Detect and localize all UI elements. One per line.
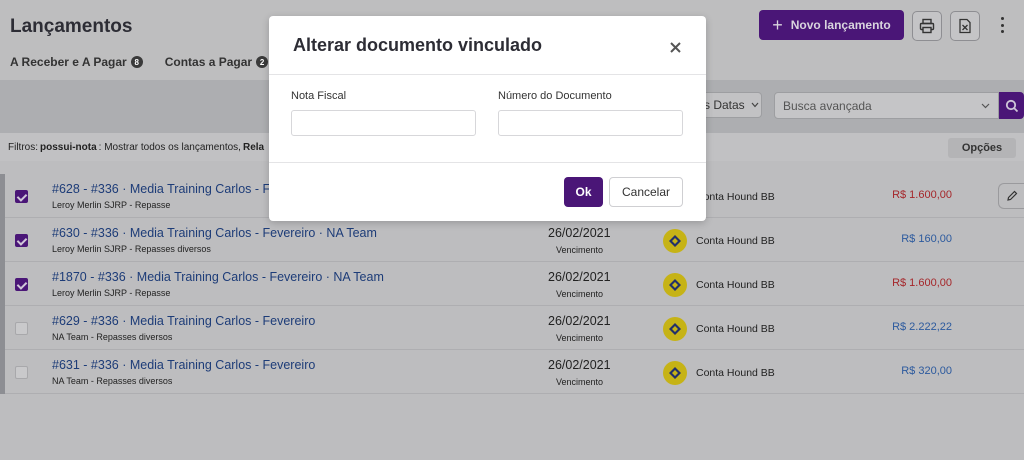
advanced-search-input[interactable]: Busca avançada <box>774 92 999 119</box>
chevron-down-icon <box>751 102 759 108</box>
divider <box>269 74 706 75</box>
numero-documento-label: Número do Documento <box>498 90 612 102</box>
tab-count-badge: 8 <box>130 56 143 68</box>
row-checkbox[interactable] <box>15 322 28 335</box>
date-filter-select[interactable]: s Datas <box>700 92 762 118</box>
numero-documento-input[interactable] <box>498 110 683 136</box>
banco-do-brasil-logo <box>663 273 687 297</box>
chevron-down-icon <box>981 103 990 109</box>
bank-account-name: Conta Hound BB <box>696 323 775 335</box>
row-amount: R$ 2.222,22 <box>892 321 952 333</box>
search-button[interactable] <box>999 92 1024 119</box>
tab-label: A Receber e A Pagar <box>10 55 127 69</box>
row-status-bar <box>0 350 5 394</box>
row-subtitle: Leroy Merlin SJRP - Repasses diversos <box>52 244 211 254</box>
printer-icon <box>919 18 935 34</box>
tab-bar: A Receber e A Pagar 8 Contas a Pagar 2 <box>10 55 269 69</box>
row-due-label: Vencimento <box>556 333 604 343</box>
ok-button[interactable]: Ok <box>564 177 603 207</box>
banco-do-brasil-logo <box>663 317 687 341</box>
table-row[interactable]: #630 - #336 · Media Training Carlos - Fe… <box>0 218 1024 262</box>
row-title[interactable]: #1870 - #336 · Media Training Carlos - F… <box>52 270 384 284</box>
banco-do-brasil-logo <box>663 229 687 253</box>
filters-prefix: Filtros: <box>8 141 38 153</box>
row-title[interactable]: #628 - #336 · Media Training Carlos - F <box>52 182 270 196</box>
row-status-bar <box>0 174 5 218</box>
pencil-icon <box>1006 190 1017 201</box>
row-status-bar <box>0 306 5 350</box>
row-date: 26/02/2021 <box>548 270 611 284</box>
kebab-menu-icon[interactable] <box>997 14 1007 36</box>
excel-icon <box>959 18 971 34</box>
filter-more: Rela <box>242 141 265 153</box>
row-subtitle: NA Team - Repasses diversos <box>52 376 173 386</box>
row-status-bar <box>0 262 5 306</box>
plus-icon: + <box>772 15 783 35</box>
row-subtitle: Leroy Merlin SJRP - Repasse <box>52 200 171 210</box>
row-amount: R$ 160,00 <box>901 233 952 245</box>
options-button[interactable]: Opções <box>948 138 1016 158</box>
row-subtitle: Leroy Merlin SJRP - Repasse <box>52 288 171 298</box>
date-filter-label: s Datas <box>704 98 745 112</box>
row-amount: R$ 1.600,00 <box>892 277 952 289</box>
row-amount: R$ 320,00 <box>901 365 952 377</box>
row-title[interactable]: #631 - #336 · Media Training Carlos - Fe… <box>52 358 315 372</box>
divider <box>269 162 706 163</box>
tab-receber-pagar[interactable]: A Receber e A Pagar 8 <box>10 55 143 69</box>
export-excel-button[interactable] <box>950 11 980 41</box>
alter-document-modal: Alterar documento vinculado Nota Fiscal … <box>269 16 706 221</box>
table-row[interactable]: #629 - #336 · Media Training Carlos - Fe… <box>0 306 1024 350</box>
bank-account-name: Conta Hound BB <box>696 191 775 203</box>
row-title[interactable]: #629 - #336 · Media Training Carlos - Fe… <box>52 314 315 328</box>
close-button[interactable] <box>668 40 682 54</box>
row-checkbox[interactable] <box>15 234 28 247</box>
close-icon <box>669 41 681 53</box>
row-subtitle: NA Team - Repasses diversos <box>52 332 173 342</box>
row-title[interactable]: #630 - #336 · Media Training Carlos - Fe… <box>52 226 377 240</box>
row-status-bar <box>0 218 5 262</box>
row-due-label: Vencimento <box>556 245 604 255</box>
bank-account-name: Conta Hound BB <box>696 235 775 247</box>
row-date: 26/02/2021 <box>548 226 611 240</box>
page-title: Lançamentos <box>10 16 133 37</box>
cancel-button[interactable]: Cancelar <box>609 177 683 207</box>
row-due-label: Vencimento <box>556 289 604 299</box>
row-checkbox[interactable] <box>15 190 28 203</box>
nota-fiscal-input[interactable] <box>291 110 476 136</box>
search-icon <box>1005 99 1018 112</box>
row-checkbox[interactable] <box>15 366 28 379</box>
row-date: 26/02/2021 <box>548 314 611 328</box>
row-due-label: Vencimento <box>556 377 604 387</box>
table-row[interactable]: #631 - #336 · Media Training Carlos - Fe… <box>0 350 1024 394</box>
row-checkbox[interactable] <box>15 278 28 291</box>
bank-account-name: Conta Hound BB <box>696 279 775 291</box>
filter-text: : Mostrar todos os lançamentos, <box>98 141 241 153</box>
tab-contas-pagar[interactable]: Contas a Pagar 2 <box>164 55 269 69</box>
row-date: 26/02/2021 <box>548 358 611 372</box>
bank-account-name: Conta Hound BB <box>696 367 775 379</box>
tab-label: Contas a Pagar <box>164 55 253 69</box>
filter-key: possui-nota <box>40 141 97 153</box>
modal-title: Alterar documento vinculado <box>293 35 543 55</box>
banco-do-brasil-logo <box>663 361 687 385</box>
new-entry-label: Novo lançamento <box>790 18 891 32</box>
nota-fiscal-label: Nota Fiscal <box>291 90 347 102</box>
row-amount: R$ 1.600,00 <box>892 189 952 201</box>
edit-button[interactable] <box>998 183 1024 209</box>
tab-count-badge: 2 <box>256 56 269 68</box>
new-entry-button[interactable]: + Novo lançamento <box>759 10 904 40</box>
print-button[interactable] <box>912 11 942 41</box>
search-placeholder: Busca avançada <box>783 98 872 113</box>
table-row[interactable]: #1870 - #336 · Media Training Carlos - F… <box>0 262 1024 306</box>
